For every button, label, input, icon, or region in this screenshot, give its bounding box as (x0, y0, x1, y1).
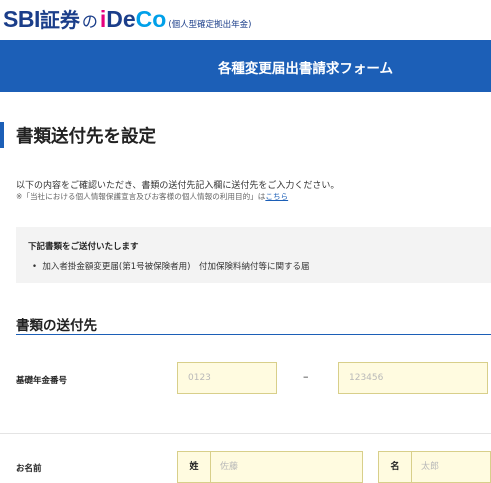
privacy-link[interactable]: こちら (265, 192, 288, 201)
section-underline (16, 334, 491, 335)
page-title: 書類送付先を設定 (16, 127, 156, 147)
logo-subtitle: (個人型確定拠出年金) (168, 20, 252, 30)
section-title-destination: 書類の送付先 (16, 318, 97, 334)
privacy-note: ※「当社における個人情報保護宣言及びお客様の個人情報の利用目的」はこちら (16, 191, 288, 202)
intro-text: 以下の内容をご確認いただき、書類の送付先記入欄に送付先をご入力ください。 (16, 181, 340, 191)
documents-heading: 下記書類をご送付いたします (28, 242, 139, 252)
documents-item-text: 加入者掛金額変更届(第1号被保険者用) 付加保険料納付等に関する届 (42, 262, 310, 272)
page-title-accent-bar (0, 122, 4, 148)
privacy-note-text: ※「当社における個人情報保護宣言及びお客様の個人情報の利用目的」は (16, 192, 266, 201)
pension-number-dash: – (303, 370, 309, 383)
site-header: SBI 証券 の iDeCo (個人型確定拠出年金) (0, 0, 491, 40)
logo-no-text: の (81, 12, 98, 31)
form-row-divider (0, 433, 491, 434)
first-name-input[interactable]: 名 太郎 (378, 451, 491, 483)
logo-sbi-text: SBI (3, 6, 40, 32)
form-banner: 各種変更届出書請求フォーム (0, 40, 491, 92)
documents-info-box: 下記書類をご送付いたします • 加入者掛金額変更届(第1号被保険者用) 付加保険… (16, 227, 491, 283)
logo-securities-text: 証券 (39, 8, 80, 32)
banner-title: 各種変更届出書請求フォーム (217, 61, 394, 77)
last-name-input[interactable]: 姓 佐藤 (177, 451, 363, 483)
pension-number-part2-input[interactable]: 123456 (338, 362, 488, 394)
documents-list-item: • 加入者掛金額変更届(第1号被保険者用) 付加保険料納付等に関する届 (32, 262, 310, 272)
pension-number-part1-input[interactable]: 0123 (177, 362, 277, 394)
first-name-placeholder: 太郎 (421, 462, 440, 472)
last-name-placeholder: 佐藤 (220, 462, 239, 472)
name-label: お名前 (16, 464, 42, 474)
sbi-ideco-logo[interactable]: SBI 証券 の iDeCo (個人型確定拠出年金) (3, 4, 251, 33)
last-name-prefix: 姓 (178, 452, 211, 482)
first-name-prefix: 名 (379, 452, 412, 482)
pension-number-label: 基礎年金番号 (16, 376, 68, 386)
logo-ideco-text: iDeCo (99, 6, 167, 32)
